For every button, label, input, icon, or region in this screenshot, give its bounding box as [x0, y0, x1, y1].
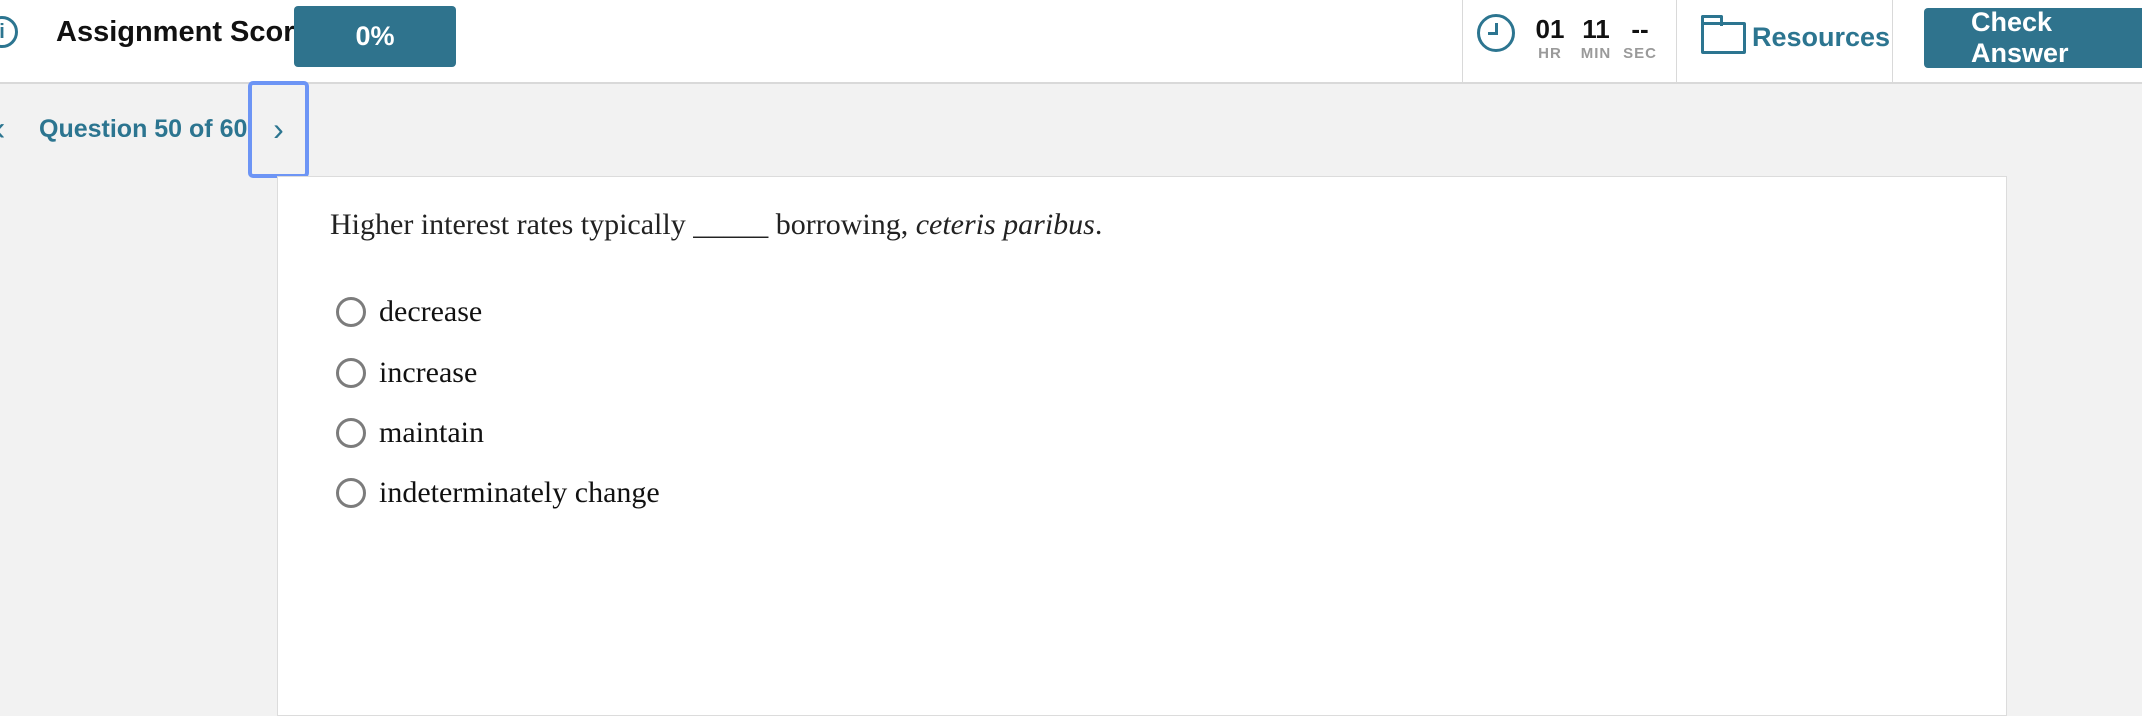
answer-option[interactable]: decrease: [336, 292, 482, 332]
answer-option-label[interactable]: increase: [379, 356, 477, 390]
resources-link[interactable]: Resources: [1752, 22, 1890, 53]
divider: [1676, 0, 1677, 84]
timer-hours: 01 HR: [1535, 14, 1565, 62]
timer-minutes: 11 MIN: [1580, 14, 1612, 62]
top-header: i Assignment Score: 0% 01 HR 11 MIN -- S…: [0, 0, 2142, 84]
answer-option-label[interactable]: indeterminately change: [379, 476, 660, 510]
chevron-right-icon: ›: [273, 111, 284, 147]
assignment-score-label: Assignment Score:: [56, 16, 321, 48]
timer-seconds: -- SEC: [1623, 14, 1657, 62]
radio-button[interactable]: [336, 478, 366, 508]
info-icon[interactable]: i: [0, 16, 18, 48]
radio-button[interactable]: [336, 418, 366, 448]
answer-option[interactable]: indeterminately change: [336, 473, 660, 513]
folder-icon[interactable]: [1701, 15, 1746, 54]
radio-button[interactable]: [336, 297, 366, 327]
question-text: Higher interest rates typically _____ bo…: [330, 208, 1103, 241]
answer-option[interactable]: increase: [336, 353, 477, 393]
assignment-score-value: 0%: [294, 6, 456, 67]
question-card: Higher interest rates typically _____ bo…: [277, 176, 2007, 716]
next-question-button[interactable]: ›: [248, 81, 309, 178]
previous-question-chevron-icon[interactable]: ‹: [0, 112, 5, 146]
answer-option[interactable]: maintain: [336, 413, 484, 453]
radio-button[interactable]: [336, 358, 366, 388]
clock-icon: [1477, 14, 1515, 52]
divider: [1462, 0, 1463, 84]
answer-option-label[interactable]: decrease: [379, 295, 482, 329]
check-answer-button[interactable]: Check Answer: [1924, 7, 2142, 68]
answer-option-label[interactable]: maintain: [379, 416, 484, 450]
question-counter[interactable]: Question 50 of 60: [39, 115, 247, 144]
divider: [1892, 0, 1893, 84]
